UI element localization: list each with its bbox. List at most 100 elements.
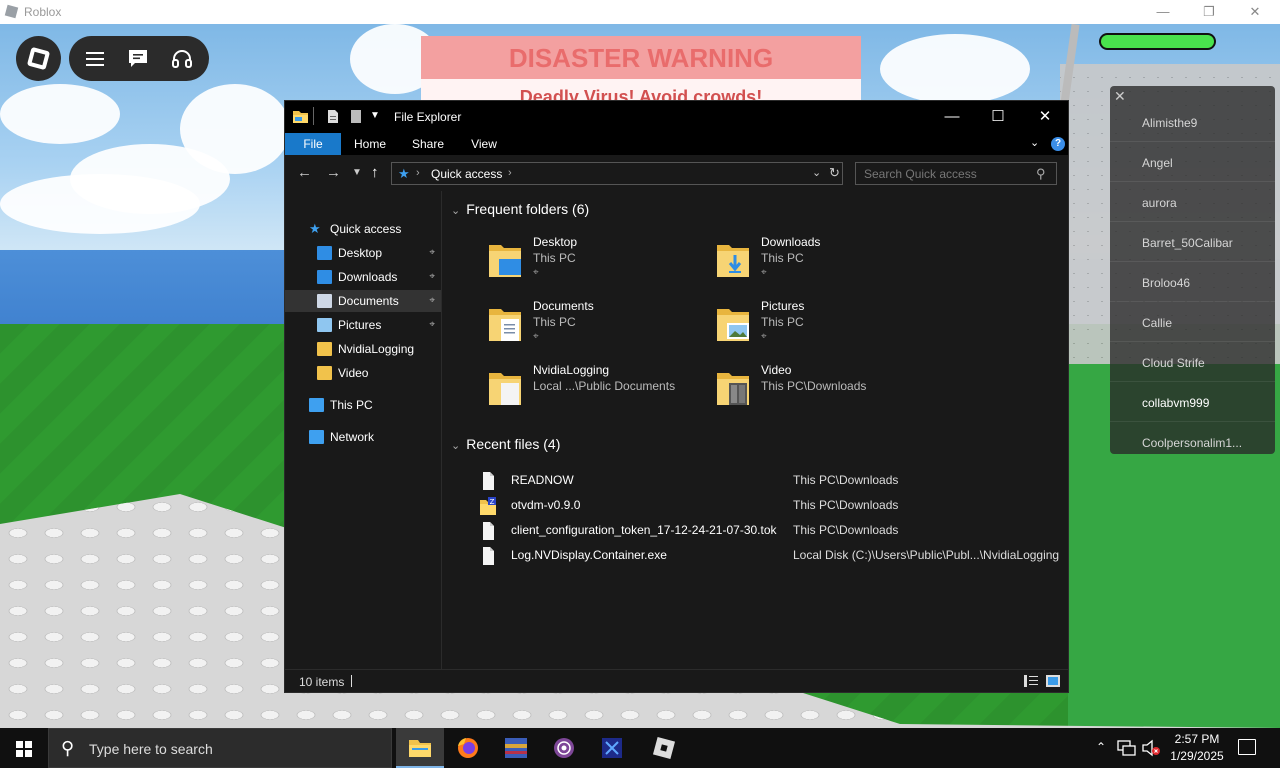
recent-file-row[interactable]: READNOW This PC\Downloads (479, 469, 1069, 491)
chevron-down-icon: ⌄ (451, 205, 461, 217)
folder-icon (293, 111, 308, 123)
minimize-button[interactable]: — (929, 101, 975, 133)
player-list-item[interactable]: Coolpersonalim1... (1110, 424, 1275, 454)
properties-icon[interactable] (326, 109, 340, 124)
forward-icon[interactable]: → (326, 164, 341, 181)
large-icons-view-icon[interactable] (1046, 675, 1060, 687)
recent-files-header[interactable]: ⌄ Recent files (4) (451, 436, 560, 452)
search-icon: ⚲ (1036, 166, 1046, 181)
maximize-button[interactable]: ☐ (975, 101, 1021, 133)
nav-item-label: Quick access (330, 222, 402, 236)
pin-icon: ⌖ (429, 295, 435, 306)
tab-home[interactable]: Home (345, 133, 395, 155)
status-bar: 10 items (285, 669, 1068, 692)
headset-icon[interactable] (170, 47, 194, 71)
taskbar-file-explorer[interactable] (396, 728, 444, 768)
hamburger-icon[interactable] (83, 47, 107, 71)
show-hidden-icons-icon[interactable]: ⌃ (1096, 740, 1106, 754)
downloads-icon (317, 270, 332, 284)
minimize-button[interactable]: — (1140, 2, 1186, 22)
address-dropdown-icon[interactable]: ⌄ (812, 166, 821, 179)
frequent-folder-tile[interactable]: Downloads This PC ⌖ (715, 235, 935, 291)
recent-file-row[interactable]: client_configuration_token_17-12-24-21-0… (479, 519, 1069, 541)
volume-muted-icon[interactable] (1141, 739, 1161, 757)
file-explorer-icon (409, 740, 431, 757)
folder-location: This PC (533, 315, 576, 329)
frequent-folder-tile[interactable]: Documents This PC ⌖ (487, 299, 707, 355)
close-button[interactable]: ✕ (1022, 101, 1068, 133)
taskbar-winrar[interactable] (492, 728, 540, 768)
nav-item-downloads[interactable]: Downloads ⌖ (285, 266, 441, 288)
folder-location: This PC (761, 251, 804, 265)
tab-file[interactable]: File (285, 133, 341, 155)
notification-icon[interactable] (1238, 739, 1256, 755)
nav-item-video[interactable]: Video (285, 362, 441, 384)
player-list-item[interactable]: Callie (1110, 304, 1275, 342)
close-icon[interactable]: ✕ (1114, 88, 1126, 105)
up-icon[interactable]: ↑ (371, 164, 379, 181)
nav-item-quick-access[interactable]: ★ Quick access (285, 218, 441, 240)
breadcrumb[interactable]: Quick access (431, 167, 502, 181)
player-list-item[interactable]: Barret_50Calibar (1110, 224, 1275, 262)
refresh-icon[interactable]: ↻ (829, 165, 840, 181)
player-list-item[interactable]: aurora (1110, 184, 1275, 222)
player-list-item[interactable]: Cloud Strife (1110, 344, 1275, 382)
chevron-down-icon: ⌄ (451, 440, 461, 452)
system-clock[interactable]: 2:57 PM 1/29/2025 (1165, 731, 1229, 765)
taskbar-tor[interactable] (540, 728, 588, 768)
nav-item-this-pc[interactable]: This PC (285, 394, 441, 416)
content-pane: ⌄ Frequent folders (6) Desktop This PC ⌖ Dow… (443, 191, 1068, 669)
nav-item-pictures[interactable]: Pictures ⌖ (285, 314, 441, 336)
search-input[interactable]: Search Quick access ⚲ (855, 162, 1057, 185)
address-bar[interactable]: ★ › Quick access › ⌄ ↻ (391, 162, 843, 185)
windows-start-icon[interactable] (0, 728, 48, 768)
tab-share[interactable]: Share (403, 133, 453, 155)
frequent-folder-tile[interactable]: Desktop This PC ⌖ (487, 235, 707, 291)
chat-icon[interactable] (126, 47, 150, 71)
taskbar-search-input[interactable]: ⚲ Type here to search (48, 728, 392, 768)
expand-ribbon-icon[interactable]: ⌄ (1030, 136, 1039, 149)
back-icon[interactable]: ← (297, 164, 312, 181)
close-button[interactable]: ✕ (1232, 2, 1278, 22)
recent-file-row[interactable]: Zotvdm-v0.9.0 This PC\Downloads (479, 494, 1069, 516)
details-view-icon[interactable] (1024, 675, 1038, 687)
item-count: 10 items (299, 675, 345, 689)
restore-button[interactable]: ❐ (1186, 2, 1232, 22)
player-list: ✕ Alimisthe9 Angel aurora Barret_50Calibar B… (1110, 86, 1275, 454)
nav-item-desktop[interactable]: Desktop ⌖ (285, 242, 441, 264)
pin-icon: ⌖ (761, 267, 767, 278)
clock-time: 2:57 PM (1174, 732, 1220, 746)
taskbar-app[interactable] (588, 728, 636, 768)
roblox-menu-button[interactable] (16, 36, 61, 81)
player-list-item[interactable]: Alimisthe9 (1110, 104, 1275, 142)
nav-item-nvidialogging[interactable]: NvidiaLogging (285, 338, 441, 360)
frequent-folders-header[interactable]: ⌄ Frequent folders (6) (451, 201, 589, 217)
tab-view[interactable]: View (459, 133, 509, 155)
cloud (0, 174, 200, 234)
taskbar-firefox[interactable] (444, 728, 492, 768)
frequent-folder-tile[interactable]: Video This PC\Downloads (715, 363, 935, 419)
nav-item-network[interactable]: Network (285, 426, 441, 448)
svg-text:Z: Z (490, 498, 495, 506)
recent-file-path: This PC\Downloads (793, 498, 899, 512)
pin-icon: ⌖ (533, 331, 539, 342)
frequent-folder-tile[interactable]: Pictures This PC ⌖ (715, 299, 935, 355)
pin-icon: ⌖ (761, 331, 767, 342)
frequent-folder-tile[interactable]: NvidiaLogging Local ...\Public Documents (487, 363, 707, 419)
folder-name: Pictures (761, 299, 805, 313)
recent-file-name: otvdm-v0.9.0 (511, 498, 581, 512)
tor-icon (554, 738, 574, 758)
player-list-item[interactable]: Angel (1110, 144, 1275, 182)
network-icon[interactable] (1117, 739, 1137, 757)
network-icon (309, 430, 324, 444)
this-pc-icon (309, 398, 324, 412)
nav-item-documents[interactable]: Documents ⌖ (285, 290, 441, 312)
recent-file-row[interactable]: Log.NVDisplay.Container.exe Local Disk (C… (479, 544, 1069, 566)
player-list-item[interactable]: Broloo46 (1110, 264, 1275, 302)
player-list-item[interactable]: collabvm999 (1110, 384, 1275, 422)
help-icon[interactable]: ? (1051, 137, 1065, 151)
new-folder-icon[interactable] (349, 109, 363, 124)
recent-locations-icon[interactable]: ▼ (352, 167, 362, 178)
customize-toolbar-icon[interactable]: ▼ (370, 110, 380, 121)
taskbar-roblox[interactable] (640, 728, 688, 768)
